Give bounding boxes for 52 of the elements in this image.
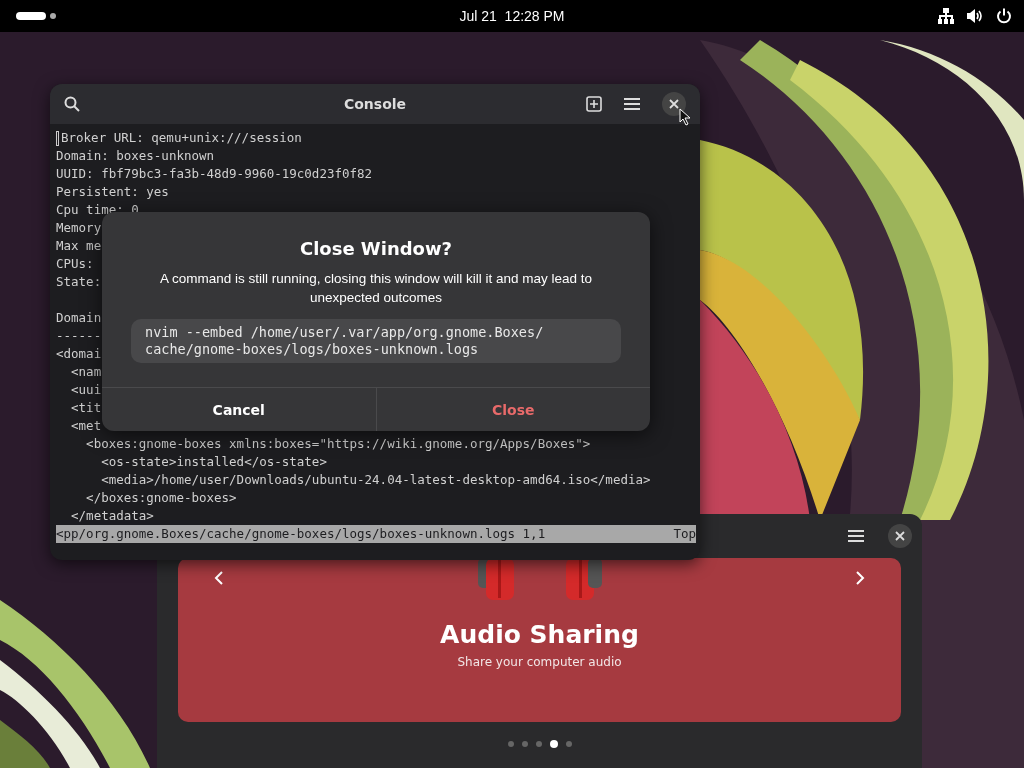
terminal-line: UUID: fbf79bc3-fa3b-48d9-9960-19c0d23f0f82: [56, 165, 373, 183]
search-icon[interactable]: [64, 96, 80, 112]
mouse-pointer-icon: [679, 108, 691, 126]
terminal-line: Memory: [56, 219, 102, 237]
dialog-message: A command is still running, closing this window will kill it and may lead to unexpected outcomes: [158, 270, 594, 307]
new-tab-icon[interactable]: [586, 96, 602, 112]
page-dot[interactable]: [565, 741, 572, 747]
previous-icon[interactable]: [214, 570, 224, 586]
terminal-line: Broker URL: qemu+unix:///session: [61, 129, 302, 147]
workspace-indicator-icon[interactable]: [16, 11, 58, 21]
menu-icon[interactable]: [624, 97, 640, 111]
feature-title: Audio Sharing: [440, 620, 639, 649]
terminal-line: <domai: [56, 345, 102, 363]
file-path: <pp/org.gnome.Boxes/cache/gnome-boxes/logs/boxes-unknown.logs 1,1: [56, 525, 546, 543]
page-dot[interactable]: [549, 740, 558, 748]
terminal-line: </metadata>: [70, 507, 154, 525]
power-icon[interactable]: [996, 8, 1012, 24]
terminal-line: <nam: [70, 363, 102, 381]
terminal-line: CPUs:: [56, 255, 94, 273]
feature-description: Share your computer audio: [457, 655, 622, 669]
close-button[interactable]: Close: [375, 388, 650, 431]
volume-icon[interactable]: [966, 8, 984, 24]
terminal-line: <os-state>installed</os-state>: [100, 453, 327, 471]
terminal-line: <uui: [70, 381, 102, 399]
terminal-line: Domain: boxes-unknown: [56, 147, 215, 165]
command-box: nvim --embed /home/user/.var/app/org.gnome.Boxes/cache/gnome-boxes/logs/boxes-unknown.logs: [131, 319, 621, 363]
dialog-title: Close Window?: [299, 238, 453, 259]
terminal-line: <media>/home/user/Downloads/ubuntu-24.04-latest-desktop-amd64.iso</media>: [100, 471, 651, 489]
terminal-line: <met: [70, 417, 102, 435]
network-icon[interactable]: [938, 8, 954, 24]
scroll-position: Top: [673, 525, 696, 543]
window-title: Console: [343, 96, 407, 112]
page-dot[interactable]: [535, 741, 542, 747]
terminal-line: ------: [56, 327, 102, 345]
close-button[interactable]: [662, 92, 686, 116]
menu-icon[interactable]: [848, 529, 864, 543]
close-icon: [669, 99, 679, 109]
page-dot[interactable]: [521, 741, 528, 747]
clock[interactable]: Jul 21 12:28 PM: [459, 8, 565, 24]
terminal-line: Max me: [56, 237, 102, 255]
terminal-line: <boxes:gnome-boxes xmlns:boxes="https://wiki.gnome.org/Apps/Boxes">: [85, 435, 591, 453]
terminal-line: Persistent: yes: [56, 183, 169, 201]
terminal-line: Domain: [56, 309, 102, 327]
page-dot[interactable]: [507, 741, 514, 747]
close-icon: [895, 531, 905, 541]
close-button[interactable]: [888, 524, 912, 548]
text-cursor: [56, 130, 59, 146]
terminal-line: State:: [56, 273, 102, 291]
terminal-line: <tit: [70, 399, 102, 417]
cancel-button[interactable]: Cancel: [102, 388, 376, 431]
terminal-line: </boxes:gnome-boxes>: [85, 489, 237, 507]
next-icon[interactable]: [855, 570, 865, 586]
